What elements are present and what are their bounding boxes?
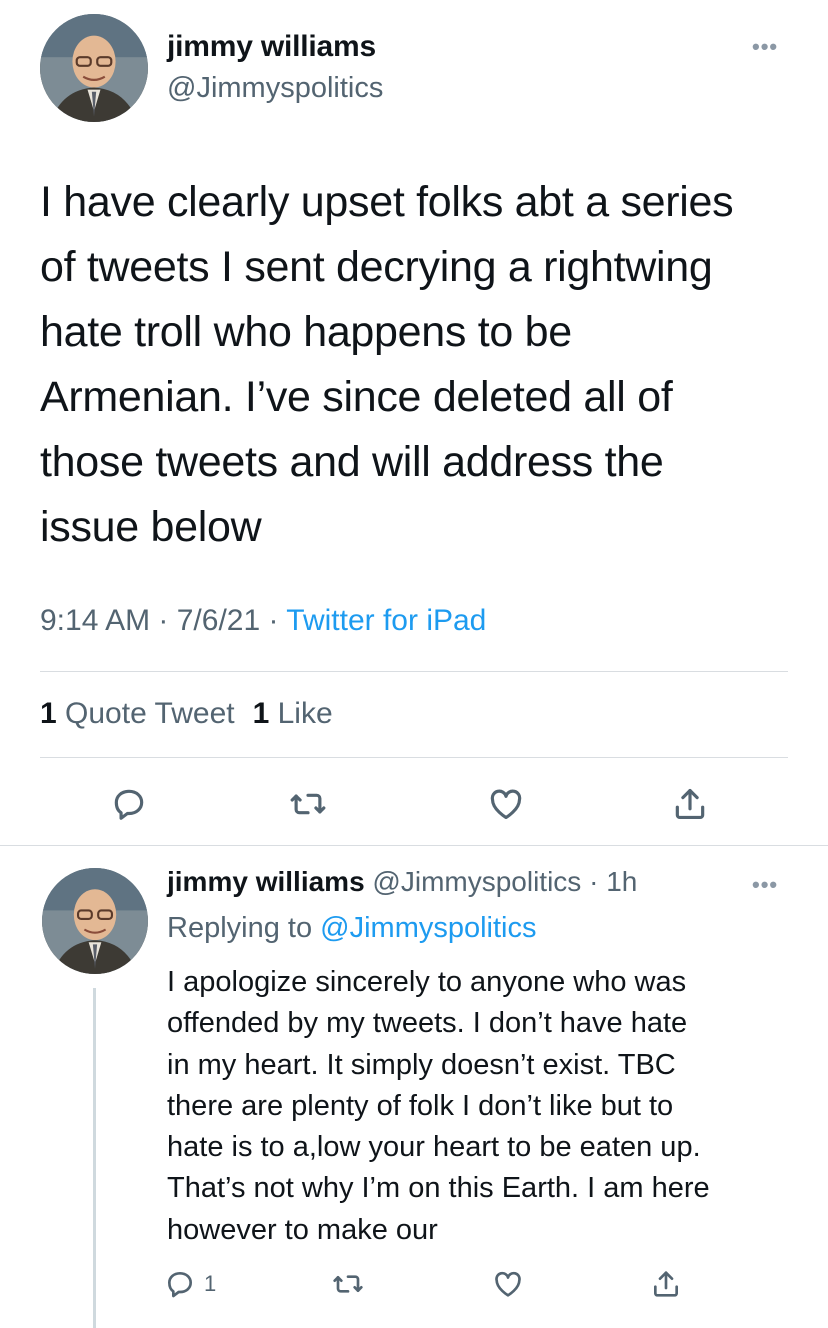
retweet-icon[interactable] bbox=[286, 782, 330, 826]
retweet-icon[interactable] bbox=[326, 1262, 370, 1306]
reply-time-separator: · bbox=[581, 866, 607, 897]
author-avatar[interactable] bbox=[40, 14, 148, 122]
like-icon[interactable] bbox=[486, 1262, 530, 1306]
tweet-stats: 1 Quote Tweet 1 Like bbox=[40, 697, 333, 731]
replying-label: Replying to bbox=[167, 912, 321, 944]
meta-separator: · bbox=[260, 604, 287, 637]
more-horizontal-icon[interactable]: ••• bbox=[752, 872, 778, 898]
reply-count: 1 bbox=[204, 1271, 217, 1296]
quote-count: 1 bbox=[40, 697, 57, 730]
like-label: Like bbox=[277, 697, 333, 730]
tweet-time: 9:14 AM bbox=[40, 604, 151, 637]
divider bbox=[40, 757, 788, 758]
author-name[interactable]: jimmy williams bbox=[167, 30, 376, 64]
quote-tweets-stat[interactable]: 1 Quote Tweet bbox=[40, 697, 235, 730]
reply-header: jimmy williams @Jimmyspolitics · 1h bbox=[167, 866, 637, 898]
reply-text: I apologize sincerely to anyone who was … bbox=[167, 966, 710, 1246]
tweet-text: I have clearly upset folks abt a series … bbox=[40, 178, 734, 551]
thread-line bbox=[93, 988, 96, 1328]
quote-label: Quote Tweet bbox=[65, 697, 235, 730]
tweet-source-link[interactable]: Twitter for iPad bbox=[286, 604, 486, 637]
like-icon[interactable] bbox=[484, 782, 528, 826]
reply-author-name[interactable]: jimmy williams bbox=[167, 866, 365, 897]
divider bbox=[40, 671, 788, 672]
reply-author-handle[interactable]: @Jimmyspolitics bbox=[372, 866, 581, 897]
share-icon[interactable] bbox=[668, 782, 712, 826]
tweet-date[interactable]: 7/6/21 bbox=[177, 604, 260, 637]
tweet-meta: 9:14 AM · 7/6/21 · Twitter for iPad bbox=[40, 604, 486, 638]
meta-separator: · bbox=[150, 604, 177, 637]
share-icon[interactable] bbox=[644, 1262, 688, 1306]
reply-time[interactable]: 1h bbox=[606, 866, 637, 897]
author-handle[interactable]: @Jimmyspolitics bbox=[167, 72, 383, 105]
divider bbox=[0, 845, 828, 846]
replying-to: Replying to @Jimmyspolitics bbox=[167, 912, 537, 945]
likes-stat[interactable]: 1 Like bbox=[253, 697, 333, 730]
replying-to-link[interactable]: @Jimmyspolitics bbox=[320, 912, 536, 944]
reply-icon[interactable] bbox=[107, 782, 151, 826]
reply-author-avatar[interactable] bbox=[42, 868, 148, 974]
like-count: 1 bbox=[252, 697, 270, 730]
more-horizontal-icon[interactable]: ••• bbox=[752, 34, 778, 60]
reply-icon[interactable]: 1 bbox=[164, 1262, 216, 1306]
